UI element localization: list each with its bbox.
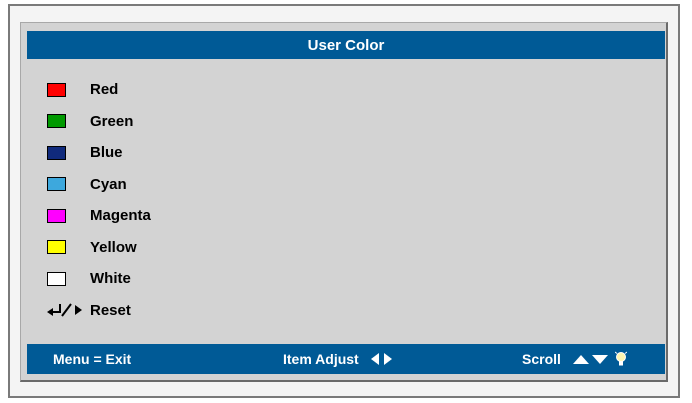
user-color-menu: Red Green Blue Cyan Magenta Yellow White… [47,74,347,326]
magenta-swatch [47,208,66,223]
menu-item-label: Blue [90,144,123,162]
yellow-swatch [47,240,66,255]
footer-bar: Menu = Exit Item Adjust Scroll [27,344,665,374]
bulb-icon [614,351,627,366]
menu-item-label: Red [90,81,119,99]
enter-right-arrow-icon [47,303,82,317]
title-bar: User Color [27,31,665,59]
menu-item-red[interactable]: Red [47,74,347,106]
item-adjust-label: Item Adjust [283,351,359,367]
menu-item-label: Magenta [90,207,151,225]
menu-item-reset[interactable]: Reset [47,295,347,327]
menu-item-label: Reset [90,301,131,319]
menu-item-magenta[interactable]: Magenta [47,200,347,232]
cyan-swatch [47,177,66,192]
blue-swatch [47,145,66,160]
up-down-triangle-icon [572,355,608,364]
menu-item-green[interactable]: Green [47,106,347,138]
item-adjust-hint: Item Adjust [283,344,393,374]
menu-item-label: Green [90,112,134,130]
red-swatch [47,82,66,97]
menu-item-label: Yellow [90,238,137,256]
menu-item-yellow[interactable]: Yellow [47,232,347,264]
menu-item-cyan[interactable]: Cyan [47,169,347,201]
white-swatch [47,271,66,286]
menu-item-label: Cyan [90,175,127,193]
green-swatch [47,114,66,129]
left-right-triangle-icon [370,353,392,365]
scroll-hint: Scroll [522,344,627,374]
page-title: User Color [307,36,385,54]
scroll-label: Scroll [522,351,561,367]
menu-exit-label: Menu = Exit [53,351,132,367]
menu-item-blue[interactable]: Blue [47,137,347,169]
menu-item-white[interactable]: White [47,263,347,295]
menu-exit-hint: Menu = Exit [53,344,131,374]
menu-item-label: White [90,270,131,288]
